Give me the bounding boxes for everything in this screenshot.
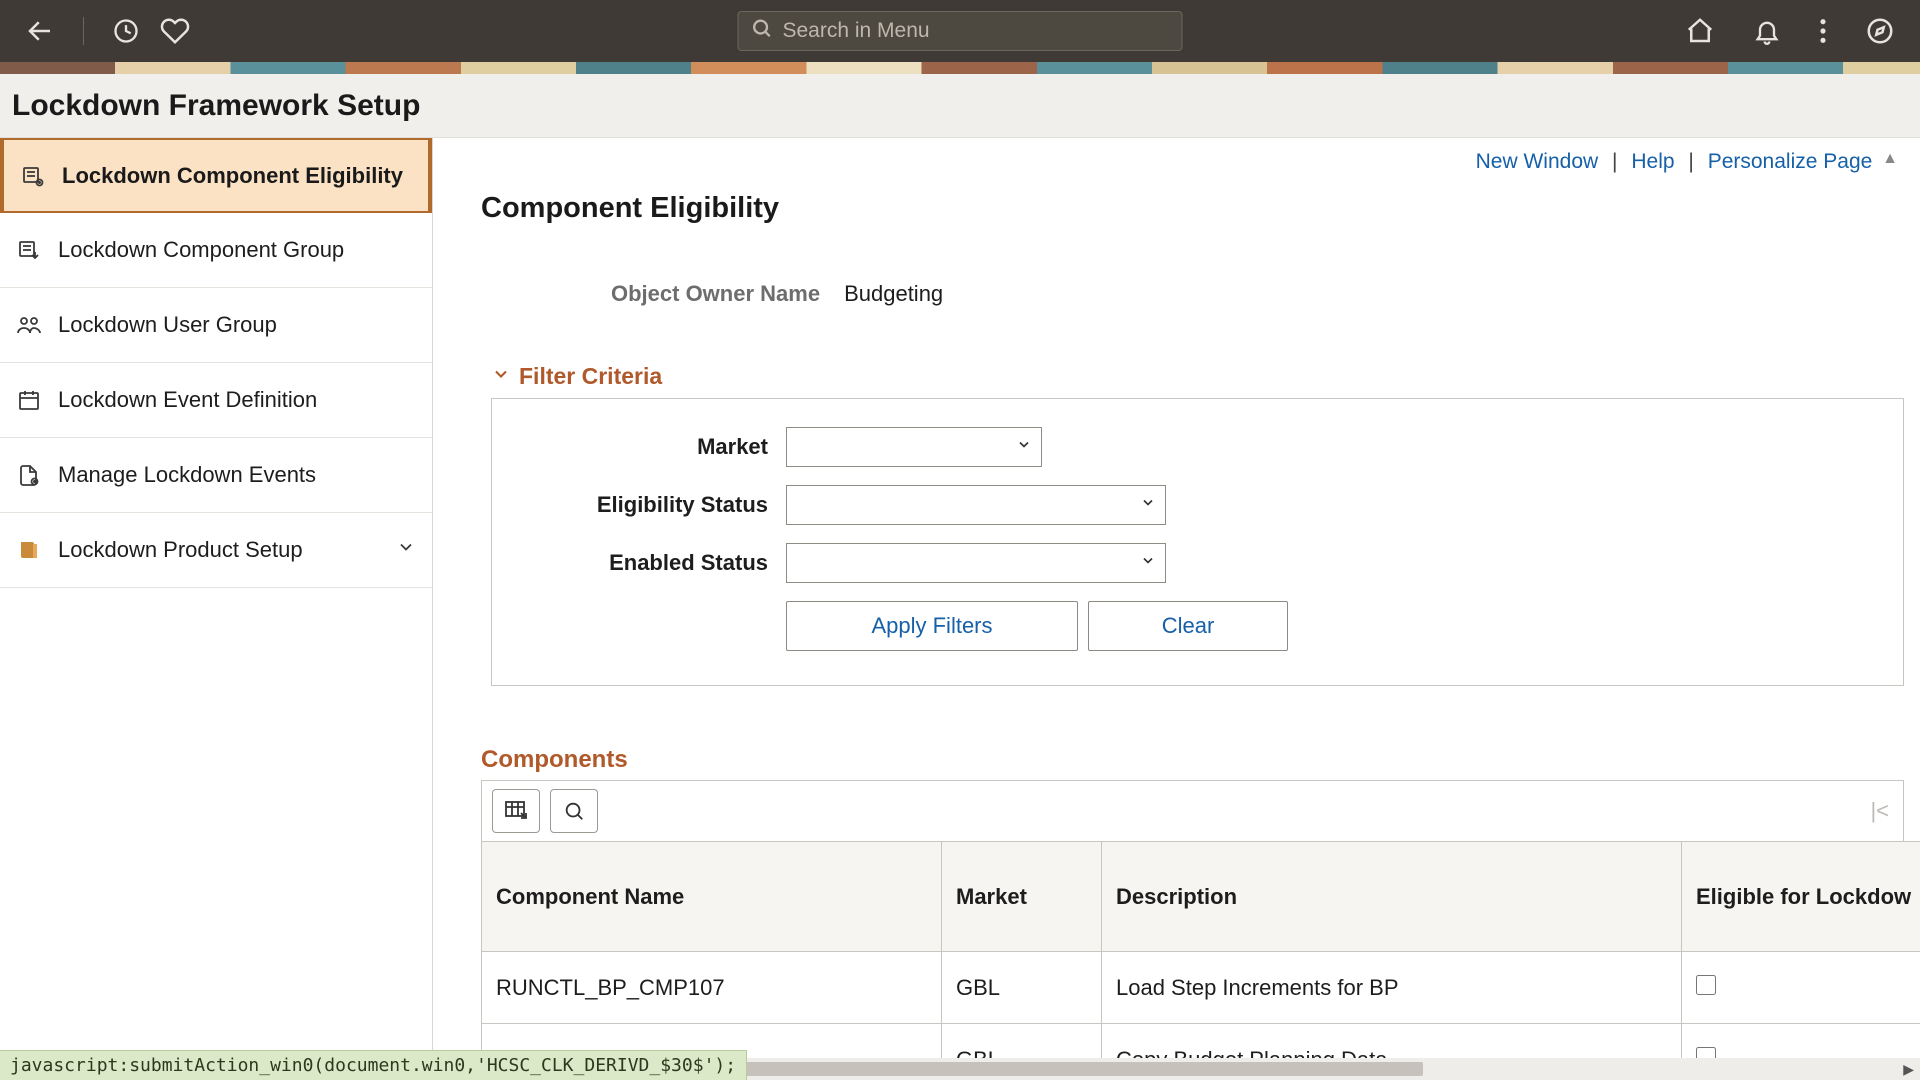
- enabled-status-label: Enabled Status: [532, 550, 786, 576]
- section-heading: Component Eligibility: [481, 192, 1904, 225]
- sidebar-item-manage-events[interactable]: Manage Lockdown Events: [0, 438, 432, 513]
- owner-row: Object Owner Name Budgeting: [611, 281, 1904, 307]
- sidebar-item-event-definition[interactable]: Lockdown Event Definition: [0, 363, 432, 438]
- enabled-status-select[interactable]: [786, 543, 1166, 583]
- search-input[interactable]: [783, 19, 1170, 43]
- topbar: [0, 0, 1920, 62]
- cell-eligible: [1682, 952, 1920, 1024]
- filter-criteria-toggle[interactable]: Filter Criteria: [491, 363, 1904, 390]
- sidebar-item-label: Lockdown Event Definition: [58, 386, 416, 414]
- filter-buttons: Apply Filters Clear: [786, 601, 1863, 651]
- grid-nav-first-icon[interactable]: |<: [1870, 798, 1893, 824]
- more-icon[interactable]: [1819, 17, 1827, 45]
- scroll-up-icon[interactable]: ▲: [1882, 150, 1898, 167]
- divider: [83, 17, 84, 45]
- sidebar-item-component-group[interactable]: Lockdown Component Group: [0, 213, 432, 288]
- components-title: Components: [481, 746, 1904, 774]
- sidebar-item-label: Lockdown Component Eligibility: [62, 162, 412, 190]
- col-header-component-name[interactable]: Component Name: [482, 842, 942, 952]
- owner-value: Budgeting: [844, 281, 943, 307]
- back-icon[interactable]: [25, 16, 55, 46]
- product-setup-icon: [16, 538, 42, 562]
- manage-events-icon: [16, 463, 42, 487]
- component-eligibility-icon: [20, 164, 46, 188]
- col-header-description[interactable]: Description: [1102, 842, 1682, 952]
- recent-icon[interactable]: [112, 17, 140, 45]
- body: Lockdown Component Eligibility Lockdown …: [0, 138, 1920, 1080]
- sidebar-item-label: Manage Lockdown Events: [58, 461, 416, 489]
- home-icon[interactable]: [1685, 16, 1715, 46]
- page-titlebar: Lockdown Framework Setup: [0, 74, 1920, 138]
- navigator-icon[interactable]: [1865, 16, 1895, 46]
- chevron-down-icon: [491, 363, 511, 390]
- cell-component-name: RUNCTL_BP_CMP107: [482, 952, 942, 1024]
- market-label: Market: [532, 434, 786, 460]
- market-select[interactable]: [786, 427, 1042, 467]
- eligible-checkbox[interactable]: [1696, 975, 1716, 995]
- eligibility-status-row: Eligibility Status: [532, 485, 1863, 525]
- eligibility-status-select[interactable]: [786, 485, 1166, 525]
- scroll-right-icon[interactable]: ▶: [1903, 1061, 1914, 1078]
- favorite-icon[interactable]: [160, 16, 190, 46]
- status-bar: javascript:submitAction_win0(document.wi…: [0, 1050, 747, 1080]
- divider: |: [1612, 150, 1617, 173]
- grid-settings-button[interactable]: [492, 789, 540, 833]
- page-links: New Window | Help | Personalize Page ▲: [481, 150, 1904, 174]
- component-group-icon: [16, 238, 42, 262]
- components-table: Component Name Market Description Eligib…: [481, 841, 1920, 1080]
- clear-button[interactable]: Clear: [1088, 601, 1288, 651]
- sidebar-item-label: Lockdown Product Setup: [58, 536, 380, 564]
- eligibility-status-label: Eligibility Status: [532, 492, 786, 518]
- table-header-row: Component Name Market Description Eligib…: [482, 842, 1920, 952]
- notifications-icon[interactable]: [1753, 17, 1781, 45]
- color-strip: [0, 62, 1920, 74]
- grid-find-button[interactable]: [550, 789, 598, 833]
- chevron-down-icon: [396, 537, 416, 563]
- sidebar-item-component-eligibility[interactable]: Lockdown Component Eligibility: [0, 138, 432, 213]
- page-title: Lockdown Framework Setup: [12, 89, 420, 123]
- search-container: [738, 11, 1183, 51]
- help-link[interactable]: Help: [1631, 150, 1674, 173]
- market-row: Market: [532, 427, 1863, 467]
- sidebar-item-user-group[interactable]: Lockdown User Group: [0, 288, 432, 363]
- col-header-market[interactable]: Market: [942, 842, 1102, 952]
- topbar-right: [1685, 16, 1895, 46]
- divider: |: [1688, 150, 1693, 173]
- filter-criteria-title: Filter Criteria: [519, 363, 662, 390]
- enabled-status-row: Enabled Status: [532, 543, 1863, 583]
- sidebar-item-product-setup[interactable]: Lockdown Product Setup: [0, 513, 432, 588]
- main-content: New Window | Help | Personalize Page ▲ C…: [433, 138, 1920, 1080]
- personalize-link[interactable]: Personalize Page: [1708, 150, 1873, 173]
- user-group-icon: [16, 313, 42, 337]
- cell-market: GBL: [942, 952, 1102, 1024]
- sidebar-item-label: Lockdown User Group: [58, 311, 416, 339]
- table-row: RUNCTL_BP_CMP107 GBL Load Step Increment…: [482, 952, 1920, 1024]
- grid-toolbar: |<: [481, 780, 1904, 841]
- filter-criteria-box: Market Eligibility Status: [491, 398, 1904, 686]
- sidebar: Lockdown Component Eligibility Lockdown …: [0, 138, 433, 1080]
- new-window-link[interactable]: New Window: [1476, 150, 1599, 173]
- event-definition-icon: [16, 388, 42, 412]
- sidebar-item-label: Lockdown Component Group: [58, 236, 416, 264]
- col-header-eligible[interactable]: Eligible for Lockdow: [1682, 842, 1920, 952]
- search-icon: [751, 17, 773, 45]
- topbar-left: [25, 16, 190, 46]
- cell-description: Load Step Increments for BP: [1102, 952, 1682, 1024]
- apply-filters-button[interactable]: Apply Filters: [786, 601, 1078, 651]
- owner-label: Object Owner Name: [611, 281, 820, 307]
- search-box[interactable]: [738, 11, 1183, 51]
